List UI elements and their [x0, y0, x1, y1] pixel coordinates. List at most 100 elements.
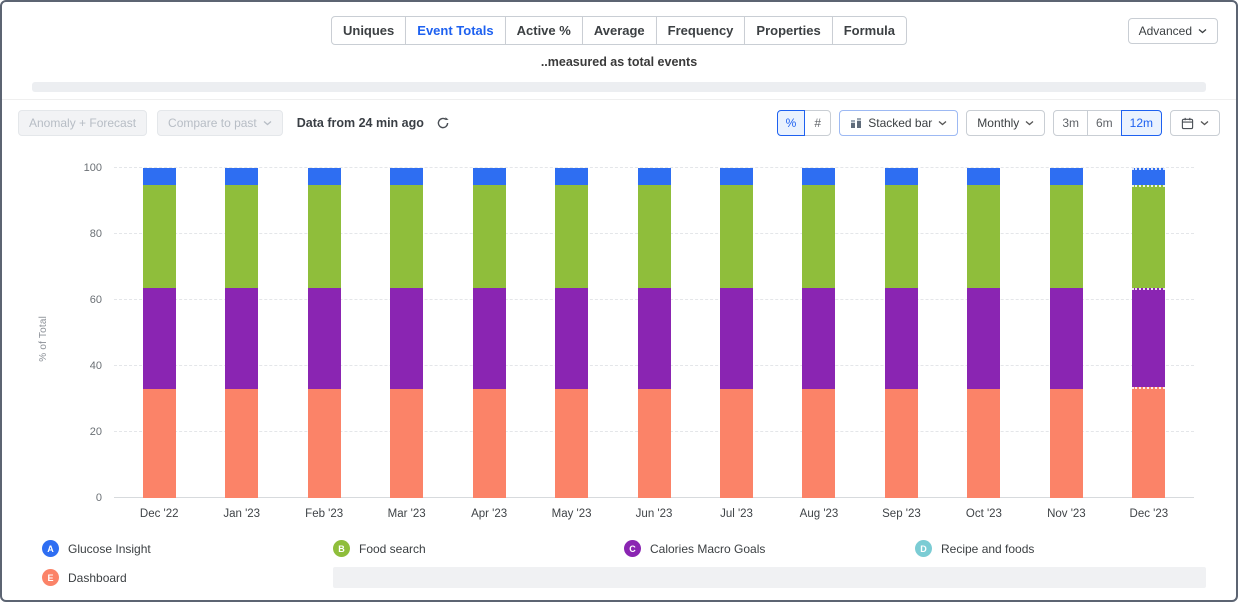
tab-properties[interactable]: Properties: [744, 16, 832, 45]
bar-feb-23[interactable]: [308, 168, 341, 498]
bar-segment-calories-macro-goals[interactable]: [967, 288, 1000, 389]
bar-segment-glucose-insight[interactable]: [720, 168, 753, 185]
bar-slot: [1025, 168, 1107, 498]
bar-segment-calories-macro-goals[interactable]: [555, 288, 588, 389]
bar-segment-food-search[interactable]: [720, 185, 753, 289]
refresh-button[interactable]: [434, 114, 452, 132]
bar-jun-23[interactable]: [638, 168, 671, 498]
bar-sep-23[interactable]: [885, 168, 918, 498]
bar-segment-food-search[interactable]: [967, 185, 1000, 289]
bar-segment-dashboard[interactable]: [802, 389, 835, 498]
bar-segment-dashboard[interactable]: [720, 389, 753, 498]
bar-segment-dashboard[interactable]: [225, 389, 258, 498]
bar-segment-calories-macro-goals[interactable]: [143, 288, 176, 389]
legend-item-calories-macro-goals[interactable]: CCalories Macro Goals: [624, 536, 915, 561]
tab-frequency[interactable]: Frequency: [656, 16, 746, 45]
tab-event-totals[interactable]: Event Totals: [405, 16, 505, 45]
bar-segment-glucose-insight[interactable]: [225, 168, 258, 185]
bar-segment-calories-macro-goals[interactable]: [473, 288, 506, 389]
collapsed-definition-strip[interactable]: [32, 82, 1206, 92]
bar-segment-glucose-insight[interactable]: [802, 168, 835, 185]
bar-segment-food-search[interactable]: [885, 185, 918, 289]
y-tick-label-40: 40: [90, 360, 102, 372]
bar-segment-dashboard[interactable]: [473, 389, 506, 498]
compare-to-past-button[interactable]: Compare to past: [157, 110, 283, 136]
legend-badge-a: A: [42, 540, 59, 557]
number-mode-button[interactable]: #: [804, 110, 831, 136]
bar-segment-calories-macro-goals[interactable]: [638, 288, 671, 389]
bar-segment-food-search[interactable]: [225, 185, 258, 289]
y-tick-label-60: 60: [90, 294, 102, 306]
tab-formula[interactable]: Formula: [832, 16, 907, 45]
range-6m-button[interactable]: 6m: [1087, 110, 1122, 136]
x-tick-label-oct-23: Oct '23: [943, 508, 1025, 520]
bar-segment-glucose-insight[interactable]: [1050, 168, 1083, 185]
bar-segment-dashboard[interactable]: [638, 389, 671, 498]
range-12m-button[interactable]: 12m: [1121, 110, 1162, 136]
bar-slot: [778, 168, 860, 498]
bar-segment-calories-macro-goals[interactable]: [802, 288, 835, 389]
bar-segment-glucose-insight[interactable]: [555, 168, 588, 185]
bar-segment-dashboard[interactable]: [143, 389, 176, 498]
bar-segment-calories-macro-goals[interactable]: [885, 288, 918, 389]
bar-segment-dashboard[interactable]: [1132, 387, 1165, 498]
bar-segment-food-search[interactable]: [308, 185, 341, 289]
bar-segment-calories-macro-goals[interactable]: [1132, 288, 1165, 387]
bar-aug-23[interactable]: [802, 168, 835, 498]
chart-type-dropdown[interactable]: Stacked bar: [839, 110, 958, 136]
bar-segment-food-search[interactable]: [1132, 185, 1165, 289]
bar-dec-23[interactable]: [1132, 168, 1165, 498]
anomaly-forecast-button[interactable]: Anomaly + Forecast: [18, 110, 147, 136]
bar-slot: [448, 168, 530, 498]
tab-uniques[interactable]: Uniques: [331, 16, 406, 45]
bar-segment-glucose-insight[interactable]: [390, 168, 423, 185]
bar-segment-calories-macro-goals[interactable]: [308, 288, 341, 389]
bar-segment-glucose-insight[interactable]: [1132, 168, 1165, 185]
bar-segment-calories-macro-goals[interactable]: [225, 288, 258, 389]
bar-segment-food-search[interactable]: [390, 185, 423, 289]
bar-segment-glucose-insight[interactable]: [638, 168, 671, 185]
legend-item-food-search[interactable]: BFood search: [333, 536, 624, 561]
bar-may-23[interactable]: [555, 168, 588, 498]
bar-segment-dashboard[interactable]: [967, 389, 1000, 498]
data-freshness-text: Data from 24 min ago: [297, 116, 424, 130]
bar-segment-glucose-insight[interactable]: [473, 168, 506, 185]
bar-oct-23[interactable]: [967, 168, 1000, 498]
bar-segment-glucose-insight[interactable]: [143, 168, 176, 185]
bar-segment-dashboard[interactable]: [390, 389, 423, 498]
legend-item-glucose-insight[interactable]: AGlucose Insight: [42, 536, 333, 561]
refresh-icon: [436, 116, 450, 130]
bar-segment-glucose-insight[interactable]: [967, 168, 1000, 185]
bar-segment-food-search[interactable]: [802, 185, 835, 289]
bar-jul-23[interactable]: [720, 168, 753, 498]
bar-segment-glucose-insight[interactable]: [885, 168, 918, 185]
chevron-down-icon: [1200, 120, 1209, 126]
legend-item-dashboard[interactable]: EDashboard: [42, 565, 333, 590]
bar-segment-food-search[interactable]: [555, 185, 588, 289]
legend-item-recipe-and-foods[interactable]: DRecipe and foods: [915, 536, 1206, 561]
bar-segment-calories-macro-goals[interactable]: [1050, 288, 1083, 389]
bar-mar-23[interactable]: [390, 168, 423, 498]
bar-segment-dashboard[interactable]: [1050, 389, 1083, 498]
calendar-dropdown[interactable]: [1170, 110, 1220, 136]
bar-segment-food-search[interactable]: [143, 185, 176, 289]
advanced-button[interactable]: Advanced: [1128, 18, 1218, 44]
bar-segment-dashboard[interactable]: [555, 389, 588, 498]
percent-mode-button[interactable]: %: [777, 110, 806, 136]
bar-segment-calories-macro-goals[interactable]: [720, 288, 753, 389]
range-3m-button[interactable]: 3m: [1053, 110, 1088, 136]
bar-segment-dashboard[interactable]: [308, 389, 341, 498]
bar-segment-dashboard[interactable]: [885, 389, 918, 498]
bar-segment-food-search[interactable]: [1050, 185, 1083, 289]
bar-apr-23[interactable]: [473, 168, 506, 498]
bar-segment-glucose-insight[interactable]: [308, 168, 341, 185]
tab-average[interactable]: Average: [582, 16, 657, 45]
tab-active[interactable]: Active %: [505, 16, 583, 45]
bar-dec-22[interactable]: [143, 168, 176, 498]
bar-nov-23[interactable]: [1050, 168, 1083, 498]
bar-segment-calories-macro-goals[interactable]: [390, 288, 423, 389]
bar-jan-23[interactable]: [225, 168, 258, 498]
bar-segment-food-search[interactable]: [473, 185, 506, 289]
bar-segment-food-search[interactable]: [638, 185, 671, 289]
interval-dropdown[interactable]: Monthly: [966, 110, 1045, 136]
